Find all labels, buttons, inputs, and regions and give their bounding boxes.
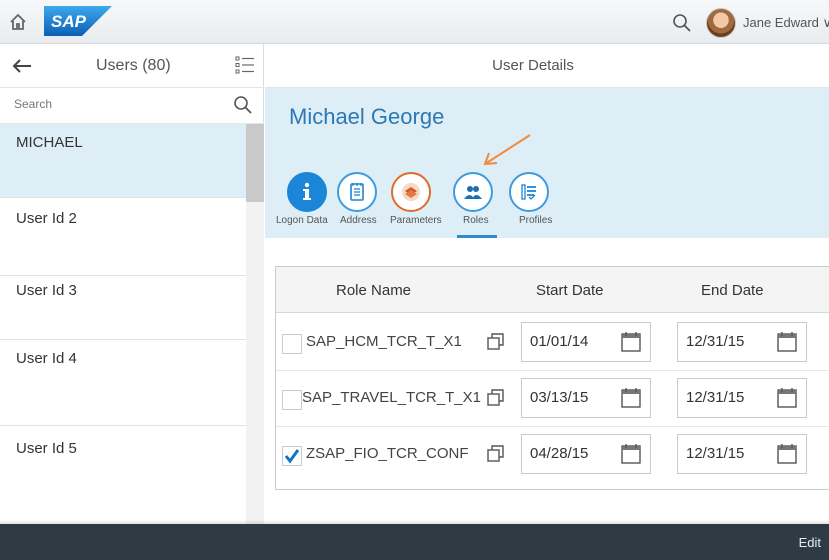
footer-toolbar: Edit [0,524,829,560]
parameters-icon [402,183,420,201]
tab-label-roles: Roles [463,215,489,226]
list-item-label: User Id 2 [16,210,77,227]
table-header: Role Name Start Date End Date [276,267,829,313]
tab-address[interactable] [337,172,377,212]
info-icon [303,182,311,200]
tab-label-parameters: Parameters [390,215,442,226]
sap-logo[interactable]: SAP [44,6,112,36]
role-name: ZSAP_FIO_TCR_CONF [306,445,469,462]
list-search-field[interactable]: Search [0,88,264,124]
page-title: User Details [492,57,574,74]
start-date-field[interactable]: 04/28/15 [521,434,651,474]
shell-bar: SAP Jane Edward ∨ [0,0,829,44]
object-header: Michael George Logon Data Address Parame… [265,88,829,238]
list-scrollbar-thumb[interactable] [246,124,264,202]
row-checkbox-checked[interactable] [282,446,302,466]
user-avatar[interactable] [706,8,736,38]
master-header: Users (80) [0,44,264,88]
table-row: SAP_HCM_TCR_T_X1 01/01/14 12/31/15 [276,315,829,371]
calendar-icon[interactable] [776,387,798,409]
detail-header: User Details [265,44,829,88]
home-icon [10,13,26,30]
search-icon[interactable] [672,13,692,33]
end-date-value: 12/31/15 [686,445,745,462]
user-detail-panel: User Details Michael George Logon Data A… [265,44,829,524]
calendar-icon[interactable] [620,443,642,465]
tab-label-profiles: Profiles [519,215,553,226]
checkmark-icon [284,449,300,464]
table-row: SAP_TRAVEL_TCR_T_X1 03/13/15 12/31/15 [276,371,829,427]
tab-roles[interactable] [453,172,493,212]
list-item-label: User Id 3 [16,282,77,299]
list-item-michael[interactable]: MICHAEL [0,124,246,198]
calendar-icon[interactable] [776,331,798,353]
column-header-start-date[interactable]: Start Date [536,282,604,299]
tab-parameters[interactable] [391,172,431,212]
calendar-icon[interactable] [620,387,642,409]
copy-icon[interactable] [486,444,506,464]
annotation-arrow [483,134,531,166]
svg-text:SAP: SAP [51,12,87,31]
edit-button[interactable]: Edit [799,535,821,550]
row-checkbox[interactable] [282,390,302,410]
profiles-icon [521,184,536,200]
calendar-icon[interactable] [776,443,798,465]
roles-icon [464,186,482,199]
selected-tab-indicator [457,235,497,238]
list-item-label: User Id 5 [16,440,77,457]
users-master-list: Users (80) Search MICHAEL User Id 2 User… [0,44,264,524]
user-menu[interactable]: Jane Edward ∨ [743,15,829,31]
roles-table: Role Name Start Date End Date SAP_HCM_TC… [275,266,829,490]
end-date-field[interactable]: 12/31/15 [677,378,807,418]
end-date-value: 12/31/15 [686,333,745,350]
home-button[interactable] [0,0,36,44]
row-checkbox[interactable] [282,334,302,354]
address-card-icon [350,183,364,201]
search-icon[interactable] [232,94,254,116]
calendar-icon[interactable] [620,331,642,353]
list-item-label: MICHAEL [16,134,83,151]
search-placeholder: Search [14,97,53,111]
end-date-field[interactable]: 12/31/15 [677,322,807,362]
back-arrow-icon[interactable] [10,54,34,78]
users-count-title: Users (80) [96,57,171,74]
start-date-value: 01/01/14 [530,333,589,350]
start-date-value: 04/28/15 [530,445,589,462]
tab-label-address: Address [340,215,377,226]
end-date-value: 12/31/15 [686,389,745,406]
copy-icon[interactable] [486,332,506,352]
copy-icon[interactable] [486,388,506,408]
list-item-label: User Id 4 [16,350,77,367]
list-item-user-2[interactable]: User Id 2 [0,198,246,276]
start-date-value: 03/13/15 [530,389,589,406]
tab-logon-data[interactable] [287,172,327,212]
list-item-user-5[interactable]: User Id 5 [0,426,246,524]
list-view-icon[interactable] [234,54,256,76]
column-header-role-name[interactable]: Role Name [336,282,411,299]
end-date-field[interactable]: 12/31/15 [677,434,807,474]
column-header-end-date[interactable]: End Date [701,282,764,299]
tab-profiles[interactable] [509,172,549,212]
table-row: ZSAP_FIO_TCR_CONF 04/28/15 12/31/15 [276,427,829,483]
list-item-user-3[interactable]: User Id 3 [0,276,246,340]
start-date-field[interactable]: 03/13/15 [521,378,651,418]
role-name: SAP_TRAVEL_TCR_T_X1 [302,389,481,406]
list-item-user-4[interactable]: User Id 4 [0,340,246,426]
tab-label-logon-data: Logon Data [276,215,328,226]
start-date-field[interactable]: 01/01/14 [521,322,651,362]
person-name: Michael George [289,104,445,129]
role-name: SAP_HCM_TCR_T_X1 [306,333,462,350]
